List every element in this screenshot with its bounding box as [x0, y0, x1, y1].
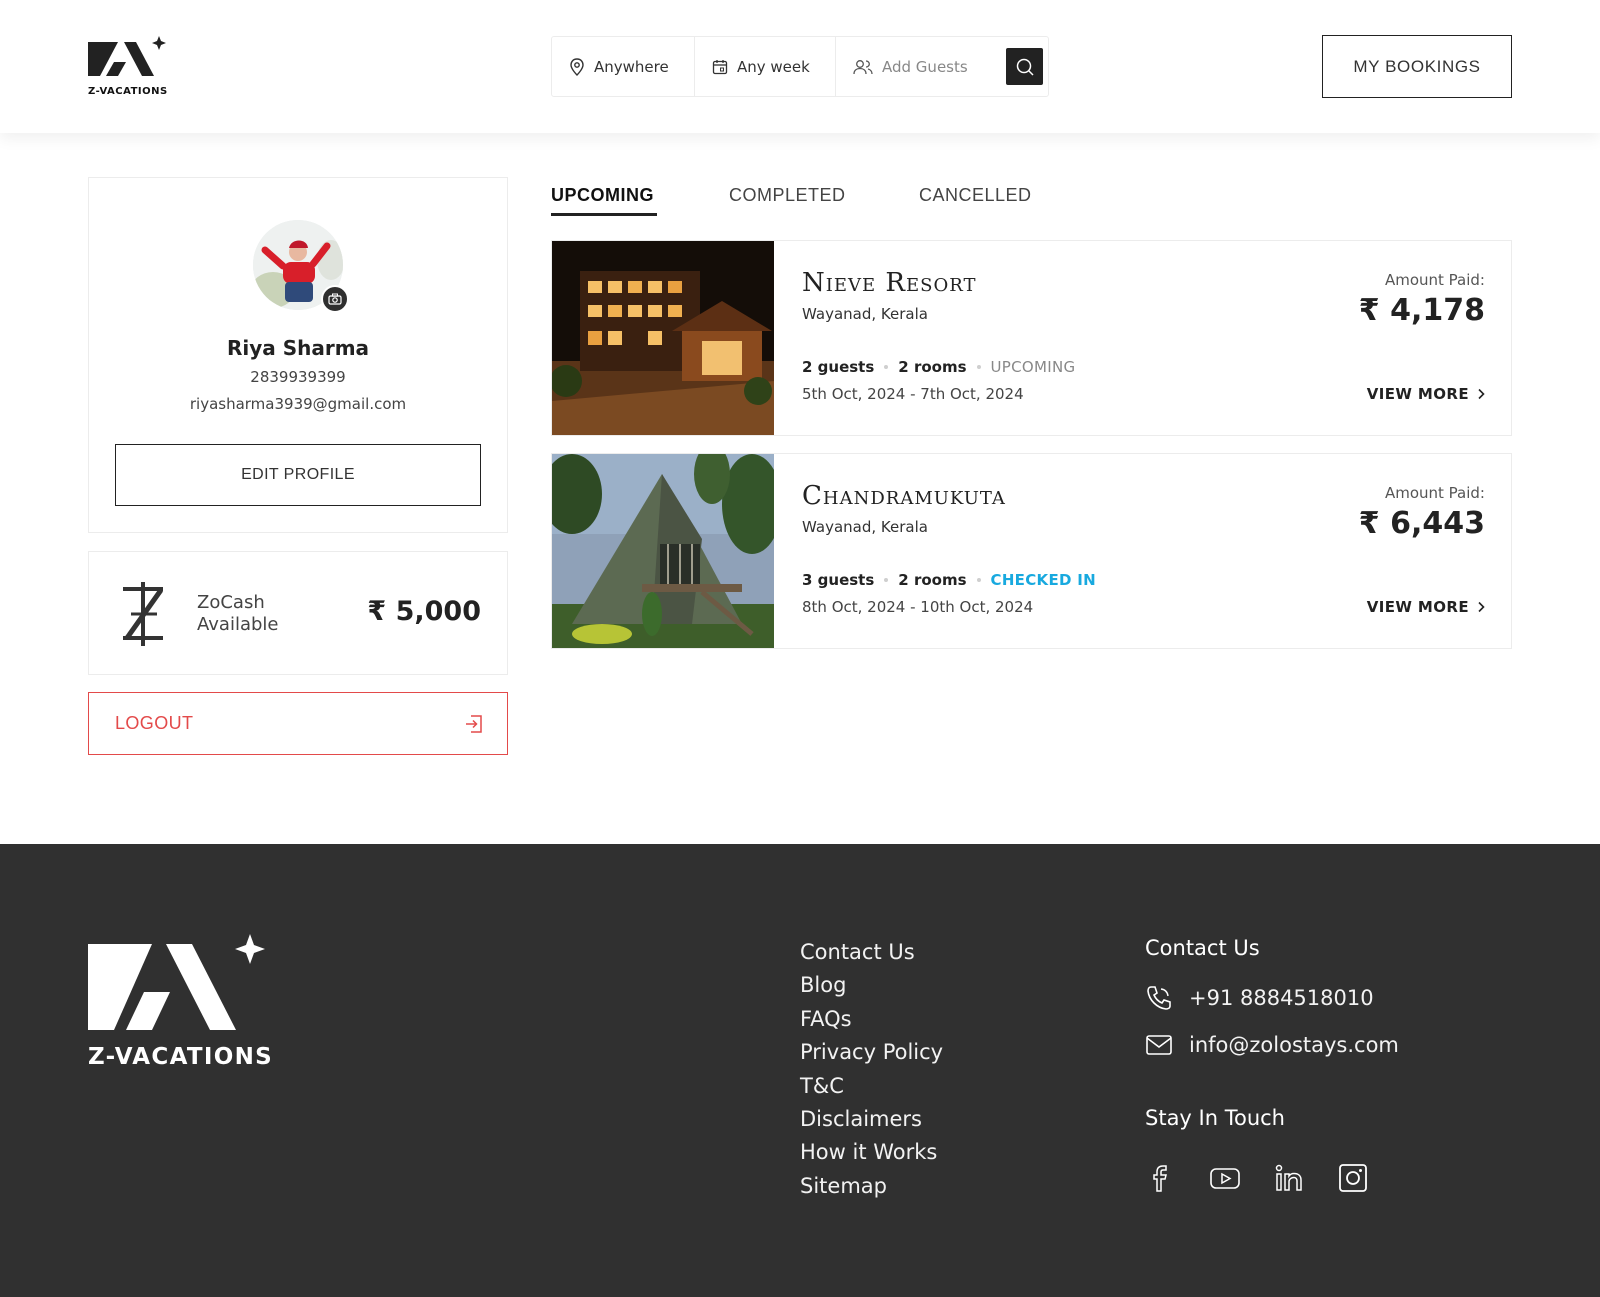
footer-contact: Contact Us +91 8884518010 info@zolostays… — [1145, 936, 1399, 1192]
phone-number: +91 8884518010 — [1189, 986, 1374, 1010]
chevron-right-icon — [1478, 601, 1485, 613]
separator-dot — [976, 365, 981, 369]
instagram-icon[interactable] — [1337, 1162, 1369, 1194]
footer-link-faqs[interactable]: FAQs — [800, 1003, 943, 1036]
logout-button[interactable]: LOGOUT — [88, 692, 508, 755]
email-address: info@zolostays.com — [1189, 1033, 1399, 1057]
change-photo-button[interactable] — [321, 285, 349, 313]
edit-profile-button[interactable]: EDIT PROFILE — [115, 444, 481, 506]
room-count: 2 rooms — [898, 571, 967, 589]
site-footer: Z-VACATIONS Contact Us Blog FAQs Privacy… — [0, 844, 1600, 1297]
booking-tabs: UPCOMING COMPLETED CANCELLED — [551, 185, 1049, 217]
logo-mark-icon — [88, 36, 166, 76]
zocash-card: ZoCash Available ₹ 5,000 — [88, 551, 508, 675]
separator-dot — [884, 365, 889, 369]
booking-card[interactable]: Nieve Resort Wayanad, Kerala 2 guests 2 … — [551, 240, 1512, 436]
guest-count: 2 guests — [802, 358, 875, 376]
phone-icon — [1147, 986, 1171, 1010]
view-more-link[interactable]: VIEW MORE — [1367, 385, 1485, 403]
profile-card: Riya Sharma 2839939399 riyasharma3939@gm… — [88, 177, 508, 533]
property-name[interactable]: Chandramukuta — [802, 481, 1006, 511]
zocash-amount: ₹ 5,000 — [367, 596, 481, 627]
guests-field[interactable]: Add Guests — [836, 37, 1004, 96]
footer-link-contact[interactable]: Contact Us — [800, 936, 943, 969]
facebook-icon[interactable] — [1145, 1162, 1177, 1194]
tab-completed[interactable]: COMPLETED — [729, 185, 919, 217]
footer-link-how-it-works[interactable]: How it Works — [800, 1136, 943, 1169]
profile-name: Riya Sharma — [226, 336, 370, 360]
location-pin-icon — [570, 57, 584, 76]
profile-phone: 2839939399 — [250, 368, 346, 386]
booking-status: CHECKED IN — [990, 571, 1097, 589]
brand-name: Z-VACATIONS — [88, 86, 168, 97]
linkedin-icon[interactable] — [1273, 1162, 1305, 1194]
guests-placeholder: Add Guests — [882, 57, 968, 76]
mail-icon — [1146, 1035, 1172, 1055]
zocash-icon — [123, 582, 164, 646]
logout-icon — [466, 714, 482, 733]
search-bar: Anywhere Any week Add Guests — [551, 36, 1049, 97]
footer-links: Contact Us Blog FAQs Privacy Policy T&C … — [800, 936, 943, 1203]
footer-link-terms[interactable]: T&C — [800, 1070, 943, 1103]
camera-icon — [328, 293, 342, 305]
search-button[interactable] — [1006, 48, 1043, 85]
property-image — [552, 241, 774, 435]
view-more-label: VIEW MORE — [1366, 385, 1469, 403]
booking-dates: 8th Oct, 2024 - 10th Oct, 2024 — [802, 598, 1034, 616]
amount-label: Amount Paid: — [1384, 484, 1485, 502]
booking-status: UPCOMING — [990, 358, 1076, 376]
resort-night-photo — [552, 241, 774, 435]
property-location: Wayanad, Kerala — [802, 518, 928, 536]
amount-paid: ₹ 4,178 — [1358, 293, 1485, 328]
contact-phone[interactable]: +91 8884518010 — [1145, 984, 1374, 1012]
footer-logo[interactable]: Z-VACATIONS — [88, 934, 278, 1074]
separator-dot — [884, 578, 889, 582]
stay-heading: Stay In Touch — [1145, 1106, 1285, 1130]
amount-label: Amount Paid: — [1384, 271, 1485, 289]
a-frame-cabin-photo — [552, 454, 774, 648]
logo-mark-icon — [88, 934, 265, 1030]
location-value: Anywhere — [594, 57, 669, 76]
chevron-right-icon — [1478, 388, 1485, 400]
guests-icon — [853, 59, 873, 74]
booking-meta: 3 guests 2 rooms CHECKED IN — [802, 571, 1096, 589]
tab-cancelled[interactable]: CANCELLED — [919, 185, 1049, 217]
dates-value: Any week — [737, 57, 810, 76]
youtube-icon[interactable] — [1209, 1162, 1241, 1194]
view-more-link[interactable]: VIEW MORE — [1367, 598, 1485, 616]
footer-link-sitemap[interactable]: Sitemap — [800, 1170, 943, 1203]
view-more-label: VIEW MORE — [1366, 598, 1469, 616]
property-name[interactable]: Nieve Resort — [802, 268, 976, 298]
booking-dates: 5th Oct, 2024 - 7th Oct, 2024 — [802, 385, 1024, 403]
footer-link-privacy[interactable]: Privacy Policy — [800, 1036, 943, 1069]
my-bookings-button[interactable]: MY BOOKINGS — [1322, 35, 1512, 98]
brand-logo[interactable]: Z-VACATIONS — [88, 36, 178, 100]
footer-brand-name: Z-VACATIONS — [88, 1044, 273, 1070]
contact-heading: Contact Us — [1145, 936, 1260, 960]
room-count: 2 rooms — [898, 358, 967, 376]
booking-meta: 2 guests 2 rooms UPCOMING — [802, 358, 1075, 376]
dates-field[interactable]: Any week — [695, 37, 836, 96]
property-location: Wayanad, Kerala — [802, 305, 928, 323]
contact-email[interactable]: info@zolostays.com — [1145, 1033, 1399, 1057]
tab-upcoming[interactable]: UPCOMING — [551, 185, 729, 217]
location-field[interactable]: Anywhere — [552, 37, 695, 96]
zocash-label: ZoCash Available — [197, 592, 279, 635]
search-icon — [1016, 58, 1034, 76]
logout-label: LOGOUT — [115, 713, 194, 733]
calendar-icon — [712, 59, 728, 74]
footer-link-disclaimers[interactable]: Disclaimers — [800, 1103, 943, 1136]
guest-count: 3 guests — [802, 571, 875, 589]
separator-dot — [976, 578, 981, 582]
amount-paid: ₹ 6,443 — [1358, 506, 1485, 541]
social-links — [1145, 1162, 1369, 1194]
top-header: Z-VACATIONS Anywhere Any week Add Guests… — [0, 0, 1600, 133]
profile-email: riyasharma3939@gmail.com — [189, 395, 407, 413]
booking-card[interactable]: Chandramukuta Wayanad, Kerala 3 guests 2… — [551, 453, 1512, 649]
property-image — [552, 454, 774, 648]
footer-link-blog[interactable]: Blog — [800, 969, 943, 1002]
